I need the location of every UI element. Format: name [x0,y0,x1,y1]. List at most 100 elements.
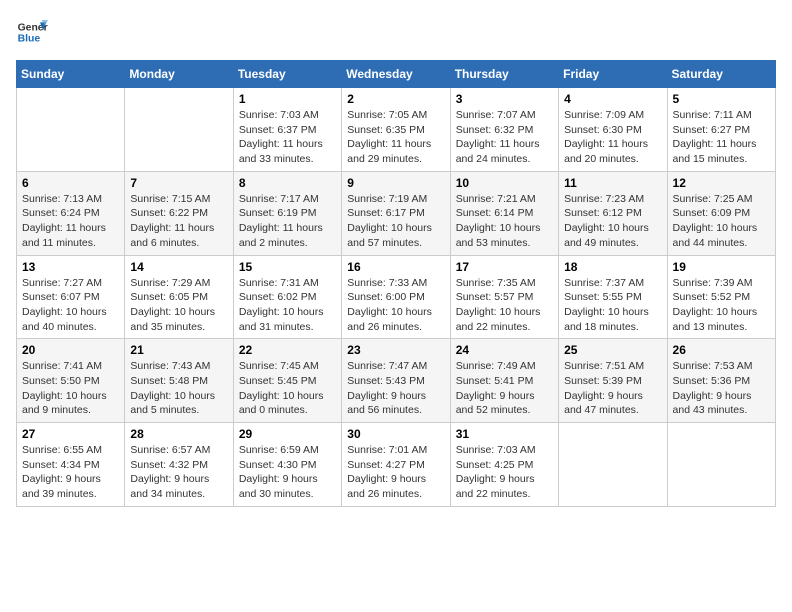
calendar-cell: 12 Sunrise: 7:25 AM Sunset: 6:09 PM Dayli… [667,171,775,255]
day-info: Sunrise: 7:27 AM Sunset: 6:07 PM Dayligh… [22,276,119,335]
calendar-table: SundayMondayTuesdayWednesdayThursdayFrid… [16,60,776,507]
day-info: Sunrise: 7:11 AM Sunset: 6:27 PM Dayligh… [673,108,770,167]
day-info: Sunrise: 7:35 AM Sunset: 5:57 PM Dayligh… [456,276,553,335]
calendar-cell: 22 Sunrise: 7:45 AM Sunset: 5:45 PM Dayli… [233,339,341,423]
day-info: Sunrise: 7:01 AM Sunset: 4:27 PM Dayligh… [347,443,444,502]
day-info: Sunrise: 7:17 AM Sunset: 6:19 PM Dayligh… [239,192,336,251]
weekday-header-thursday: Thursday [450,61,558,88]
calendar-cell: 27Sunrise: 6:55 AM Sunset: 4:34 PM Dayli… [17,423,125,507]
day-number: 11 [564,176,661,190]
day-info: Sunrise: 7:43 AM Sunset: 5:48 PM Dayligh… [130,359,227,418]
day-number: 23 [347,343,444,357]
calendar-cell: 24 Sunrise: 7:49 AM Sunset: 5:41 PM Dayli… [450,339,558,423]
weekday-header-monday: Monday [125,61,233,88]
calendar-cell: 13 Sunrise: 7:27 AM Sunset: 6:07 PM Dayli… [17,255,125,339]
day-number: 26 [673,343,770,357]
day-info: Sunrise: 7:07 AM Sunset: 6:32 PM Dayligh… [456,108,553,167]
calendar-header-row: SundayMondayTuesdayWednesdayThursdayFrid… [17,61,776,88]
calendar-week-5: 27Sunrise: 6:55 AM Sunset: 4:34 PM Dayli… [17,423,776,507]
day-info: Sunrise: 7:15 AM Sunset: 6:22 PM Dayligh… [130,192,227,251]
day-number: 13 [22,260,119,274]
day-number: 12 [673,176,770,190]
calendar-cell: 11Sunrise: 7:23 AM Sunset: 6:12 PM Dayli… [559,171,667,255]
day-number: 19 [673,260,770,274]
calendar-cell: 4 Sunrise: 7:09 AM Sunset: 6:30 PM Daylig… [559,88,667,172]
day-info: Sunrise: 7:49 AM Sunset: 5:41 PM Dayligh… [456,359,553,418]
day-info: Sunrise: 7:13 AM Sunset: 6:24 PM Dayligh… [22,192,119,251]
day-info: Sunrise: 7:09 AM Sunset: 6:30 PM Dayligh… [564,108,661,167]
day-number: 5 [673,92,770,106]
day-info: Sunrise: 7:03 AM Sunset: 4:25 PM Dayligh… [456,443,553,502]
calendar-cell: 23 Sunrise: 7:47 AM Sunset: 5:43 PM Dayli… [342,339,450,423]
day-number: 4 [564,92,661,106]
day-info: Sunrise: 7:45 AM Sunset: 5:45 PM Dayligh… [239,359,336,418]
calendar-cell [17,88,125,172]
day-number: 2 [347,92,444,106]
day-number: 30 [347,427,444,441]
day-number: 25 [564,343,661,357]
calendar-cell: 2 Sunrise: 7:05 AM Sunset: 6:35 PM Daylig… [342,88,450,172]
day-info: Sunrise: 7:41 AM Sunset: 5:50 PM Dayligh… [22,359,119,418]
day-info: Sunrise: 6:55 AM Sunset: 4:34 PM Dayligh… [22,443,119,502]
calendar-week-2: 6Sunrise: 7:13 AM Sunset: 6:24 PM Daylig… [17,171,776,255]
day-info: Sunrise: 7:31 AM Sunset: 6:02 PM Dayligh… [239,276,336,335]
calendar-cell: 7 Sunrise: 7:15 AM Sunset: 6:22 PM Daylig… [125,171,233,255]
day-number: 18 [564,260,661,274]
calendar-cell: 10 Sunrise: 7:21 AM Sunset: 6:14 PM Dayli… [450,171,558,255]
calendar-cell: 18 Sunrise: 7:37 AM Sunset: 5:55 PM Dayli… [559,255,667,339]
day-info: Sunrise: 7:25 AM Sunset: 6:09 PM Dayligh… [673,192,770,251]
day-number: 9 [347,176,444,190]
day-info: Sunrise: 7:29 AM Sunset: 6:05 PM Dayligh… [130,276,227,335]
svg-text:Blue: Blue [18,34,41,45]
day-number: 15 [239,260,336,274]
day-number: 29 [239,427,336,441]
calendar-cell: 16 Sunrise: 7:33 AM Sunset: 6:00 PM Dayli… [342,255,450,339]
calendar-cell [667,423,775,507]
day-number: 1 [239,92,336,106]
calendar-cell: 30 Sunrise: 7:01 AM Sunset: 4:27 PM Dayli… [342,423,450,507]
calendar-cell: 6Sunrise: 7:13 AM Sunset: 6:24 PM Daylig… [17,171,125,255]
logo-icon: General Blue [16,16,48,48]
calendar-cell: 21Sunrise: 7:43 AM Sunset: 5:48 PM Dayli… [125,339,233,423]
calendar-cell: 25Sunrise: 7:51 AM Sunset: 5:39 PM Dayli… [559,339,667,423]
calendar-cell: 9 Sunrise: 7:19 AM Sunset: 6:17 PM Daylig… [342,171,450,255]
day-number: 8 [239,176,336,190]
day-number: 10 [456,176,553,190]
day-info: Sunrise: 7:05 AM Sunset: 6:35 PM Dayligh… [347,108,444,167]
weekday-header-wednesday: Wednesday [342,61,450,88]
weekday-header-sunday: Sunday [17,61,125,88]
day-info: Sunrise: 7:19 AM Sunset: 6:17 PM Dayligh… [347,192,444,251]
calendar-cell [125,88,233,172]
calendar-cell: 20 Sunrise: 7:41 AM Sunset: 5:50 PM Dayli… [17,339,125,423]
weekday-header-tuesday: Tuesday [233,61,341,88]
day-number: 17 [456,260,553,274]
calendar-cell: 26Sunrise: 7:53 AM Sunset: 5:36 PM Dayli… [667,339,775,423]
day-info: Sunrise: 7:21 AM Sunset: 6:14 PM Dayligh… [456,192,553,251]
calendar-cell: 17 Sunrise: 7:35 AM Sunset: 5:57 PM Dayli… [450,255,558,339]
day-info: Sunrise: 7:37 AM Sunset: 5:55 PM Dayligh… [564,276,661,335]
day-number: 20 [22,343,119,357]
weekday-header-saturday: Saturday [667,61,775,88]
calendar-week-1: 1 Sunrise: 7:03 AM Sunset: 6:37 PM Daylig… [17,88,776,172]
day-info: Sunrise: 7:39 AM Sunset: 5:52 PM Dayligh… [673,276,770,335]
day-info: Sunrise: 7:33 AM Sunset: 6:00 PM Dayligh… [347,276,444,335]
day-info: Sunrise: 7:03 AM Sunset: 6:37 PM Dayligh… [239,108,336,167]
day-number: 7 [130,176,227,190]
calendar-cell: 1 Sunrise: 7:03 AM Sunset: 6:37 PM Daylig… [233,88,341,172]
calendar-cell: 5 Sunrise: 7:11 AM Sunset: 6:27 PM Daylig… [667,88,775,172]
day-number: 22 [239,343,336,357]
calendar-cell: 8 Sunrise: 7:17 AM Sunset: 6:19 PM Daylig… [233,171,341,255]
day-number: 16 [347,260,444,274]
logo: General Blue [16,16,48,48]
day-number: 14 [130,260,227,274]
calendar-cell: 19 Sunrise: 7:39 AM Sunset: 5:52 PM Dayli… [667,255,775,339]
day-number: 24 [456,343,553,357]
day-info: Sunrise: 6:57 AM Sunset: 4:32 PM Dayligh… [130,443,227,502]
calendar-cell: 29Sunrise: 6:59 AM Sunset: 4:30 PM Dayli… [233,423,341,507]
calendar-cell: 15 Sunrise: 7:31 AM Sunset: 6:02 PM Dayli… [233,255,341,339]
day-number: 3 [456,92,553,106]
calendar-cell: 28Sunrise: 6:57 AM Sunset: 4:32 PM Dayli… [125,423,233,507]
calendar-cell [559,423,667,507]
day-info: Sunrise: 7:47 AM Sunset: 5:43 PM Dayligh… [347,359,444,418]
calendar-cell: 31Sunrise: 7:03 AM Sunset: 4:25 PM Dayli… [450,423,558,507]
